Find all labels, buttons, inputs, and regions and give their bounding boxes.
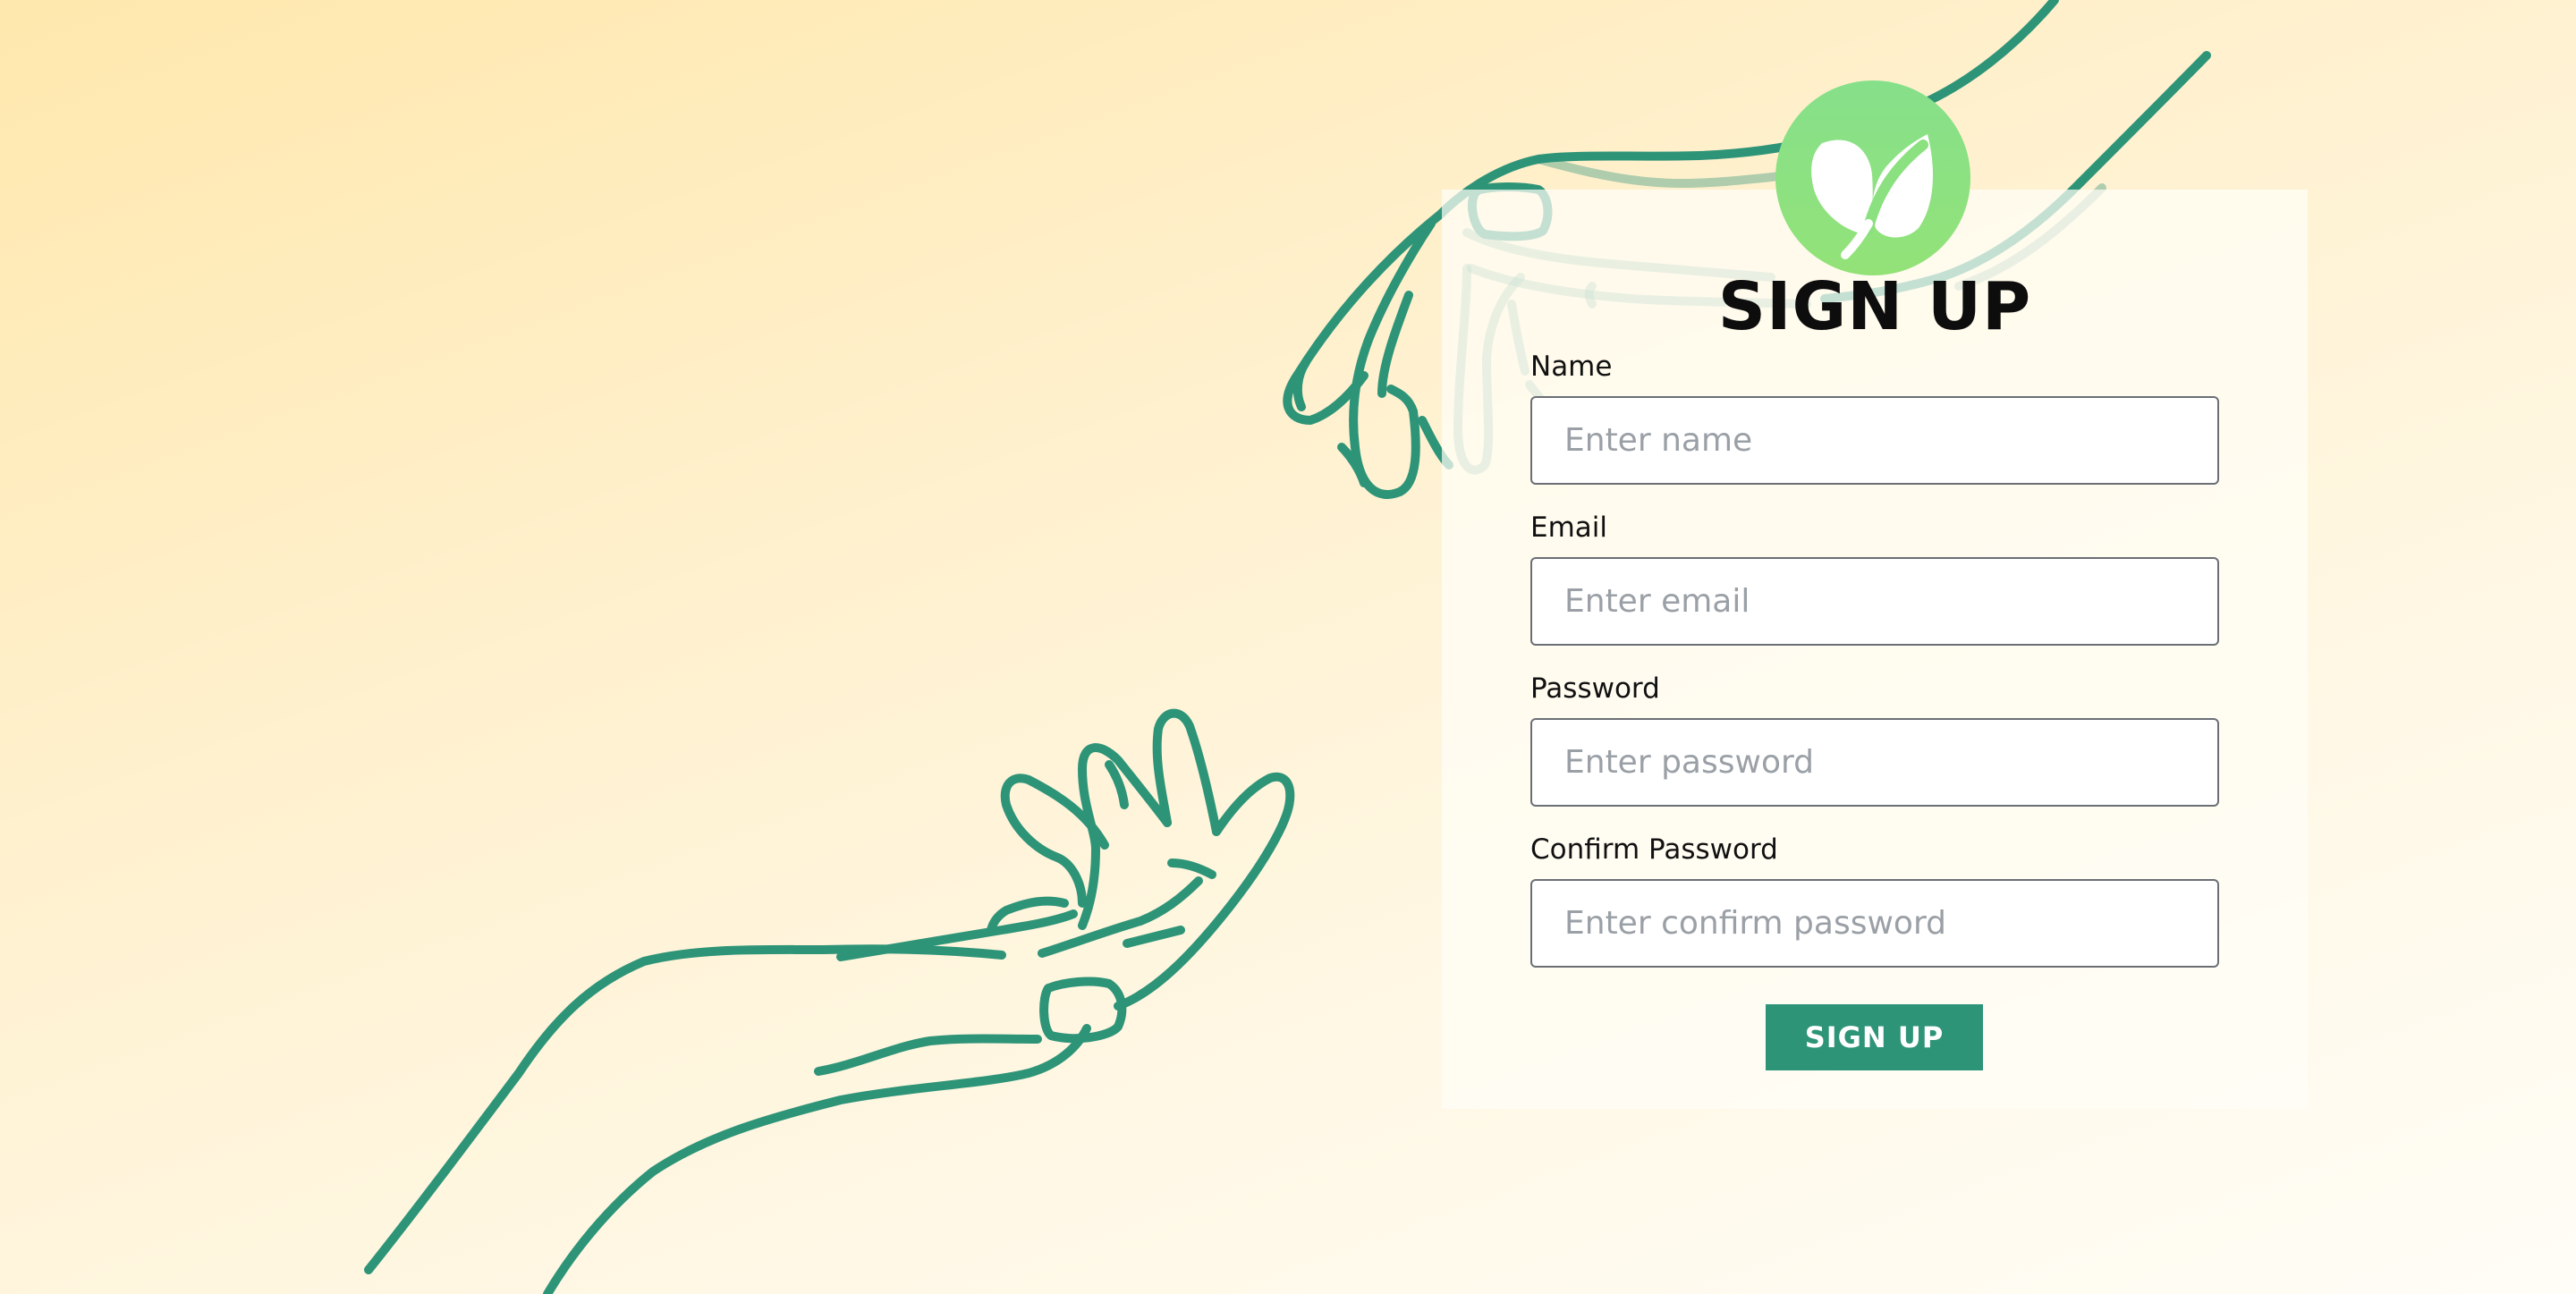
leaf-icon — [1811, 134, 1933, 259]
signup-button[interactable]: SIGN UP — [1766, 1004, 1983, 1070]
password-label: Password — [1530, 672, 1660, 705]
email-input[interactable] — [1530, 557, 2219, 646]
name-input[interactable] — [1530, 396, 2219, 485]
logo — [1775, 80, 1970, 275]
email-label: Email — [1530, 512, 1608, 544]
page-title: SIGN UP — [1717, 268, 2032, 345]
confirm-password-input[interactable] — [1530, 879, 2219, 968]
password-input[interactable] — [1530, 718, 2219, 807]
name-label: Name — [1530, 351, 1613, 383]
confirm-password-label: Confirm Password — [1530, 833, 1778, 866]
